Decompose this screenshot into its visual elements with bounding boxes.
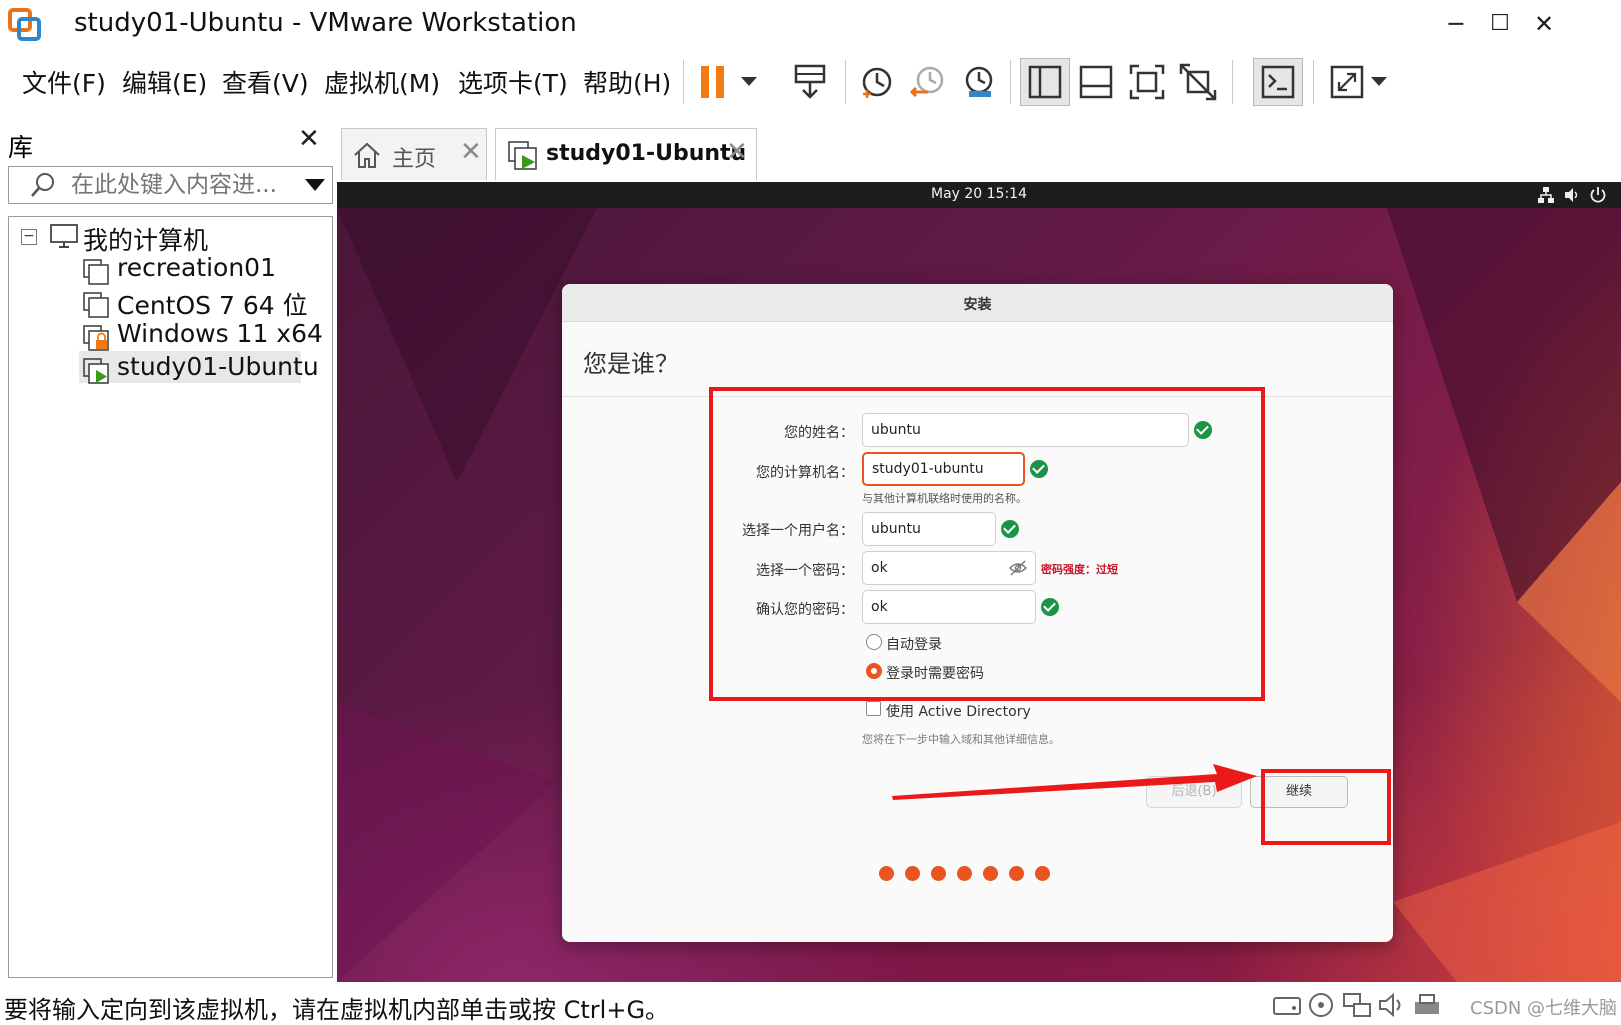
menu-toolbar: 文件(F) 编辑(E) 查看(V) 虚拟机(M) 选项卡(T) 帮助(H): [0, 50, 1621, 114]
status-message: 要将输入定向到该虚拟机，请在虚拟机内部单击或按 Ctrl+G。: [4, 996, 670, 1024]
menu-tabs[interactable]: 选项卡(T): [458, 64, 568, 100]
unity-icon[interactable]: [1173, 58, 1223, 106]
snapshot-manager-icon[interactable]: [954, 58, 1004, 106]
library-tree: − 我的计算机 recreation01 CentOS 7 64 位 Windo…: [8, 216, 333, 978]
title-bar: study01-Ubuntu - VMware Workstation ─ ☐ …: [0, 0, 1621, 50]
printer-icon[interactable]: [1412, 992, 1442, 1018]
vm-console[interactable]: May 20 15:14 安装 您是谁？ 您的姓名： 您的计算机名： 与其他计算…: [337, 182, 1621, 982]
menu-edit[interactable]: 编辑(E): [122, 64, 207, 100]
snapshot-revert-icon[interactable]: [903, 58, 953, 106]
snapshot-take-icon[interactable]: [852, 58, 902, 106]
computer-icon: [49, 223, 79, 253]
status-bar: 要将输入定向到该虚拟机，请在虚拟机内部单击或按 Ctrl+G。 CSDN @七维…: [0, 984, 1621, 1025]
maximize-button[interactable]: ☐: [1480, 6, 1520, 42]
pause-icon[interactable]: [693, 58, 733, 106]
tab-bar: 主页 ✕ study01-Ubuntu ✕: [335, 124, 1621, 182]
library-search: [8, 166, 333, 204]
stretch-icon[interactable]: [1322, 58, 1372, 106]
send-ctrl-alt-del-icon[interactable]: [785, 58, 835, 106]
tree-vm-item-selected[interactable]: study01-Ubuntu: [117, 352, 319, 381]
tab-study01-ubuntu[interactable]: study01-Ubuntu ✕: [495, 128, 757, 180]
toolbar-separator: [1232, 60, 1233, 104]
window-title: study01-Ubuntu - VMware Workstation: [74, 8, 577, 38]
watermark: CSDN @七维大脑: [1470, 998, 1618, 1019]
menu-view[interactable]: 查看(V): [222, 64, 309, 100]
annotation-arrow: [892, 764, 1257, 800]
library-close-button[interactable]: ✕: [298, 124, 320, 154]
library-title: 库: [8, 133, 34, 162]
dropdown-arrow-icon[interactable]: [734, 58, 764, 106]
search-dropdown-icon[interactable]: [305, 179, 325, 191]
tab-home[interactable]: 主页 ✕: [341, 128, 487, 180]
tab-home-label: 主页: [392, 147, 437, 172]
toolbar-separator: [683, 60, 684, 104]
menu-file[interactable]: 文件(F): [22, 64, 106, 100]
library-search-input[interactable]: [71, 169, 301, 201]
close-button[interactable]: ✕: [1524, 6, 1564, 42]
menu-help[interactable]: 帮助(H): [583, 64, 671, 100]
toolbar-separator: [1010, 60, 1011, 104]
library-panel: 库 ✕ − 我的计算机 recreation01 CentOS 7 64 位 W…: [0, 124, 335, 984]
search-icon: [29, 171, 57, 203]
minimize-button[interactable]: ─: [1436, 6, 1476, 42]
tab-study01-close-icon[interactable]: ✕: [726, 137, 748, 167]
hard-disk-icon[interactable]: [1272, 992, 1302, 1018]
vm-icon: [83, 259, 109, 285]
network-adapter-icon[interactable]: [1342, 992, 1372, 1018]
tree-vm-item[interactable]: CentOS 7 64 位: [117, 286, 308, 322]
vm-locked-icon: [83, 325, 109, 351]
home-icon: [352, 141, 382, 173]
tab-study01-label: study01-Ubuntu: [546, 141, 747, 166]
vmware-app-icon: [8, 8, 42, 42]
vm-running-icon: [83, 358, 109, 384]
tree-vm-item[interactable]: Windows 11 x64: [117, 319, 323, 348]
toolbar-separator: [1313, 60, 1314, 104]
tree-vm-item[interactable]: recreation01: [117, 253, 276, 282]
sidebar-view-icon[interactable]: [1020, 58, 1070, 106]
tree-root-my-computer[interactable]: 我的计算机: [83, 221, 208, 257]
menu-vm[interactable]: 虚拟机(M): [324, 64, 440, 100]
toolbar-separator: [845, 60, 846, 104]
vm-icon: [83, 292, 109, 318]
chevron-down-icon[interactable]: [1366, 58, 1392, 106]
collapse-toggle-icon[interactable]: −: [21, 229, 37, 245]
thumbnail-view-icon[interactable]: [1071, 58, 1121, 106]
vm-running-icon: [508, 141, 538, 175]
cd-dvd-icon[interactable]: [1307, 992, 1337, 1018]
sound-icon[interactable]: [1377, 992, 1407, 1018]
tab-home-close-icon[interactable]: ✕: [460, 137, 482, 167]
fullscreen-icon[interactable]: [1122, 58, 1172, 106]
console-icon[interactable]: [1253, 58, 1303, 106]
